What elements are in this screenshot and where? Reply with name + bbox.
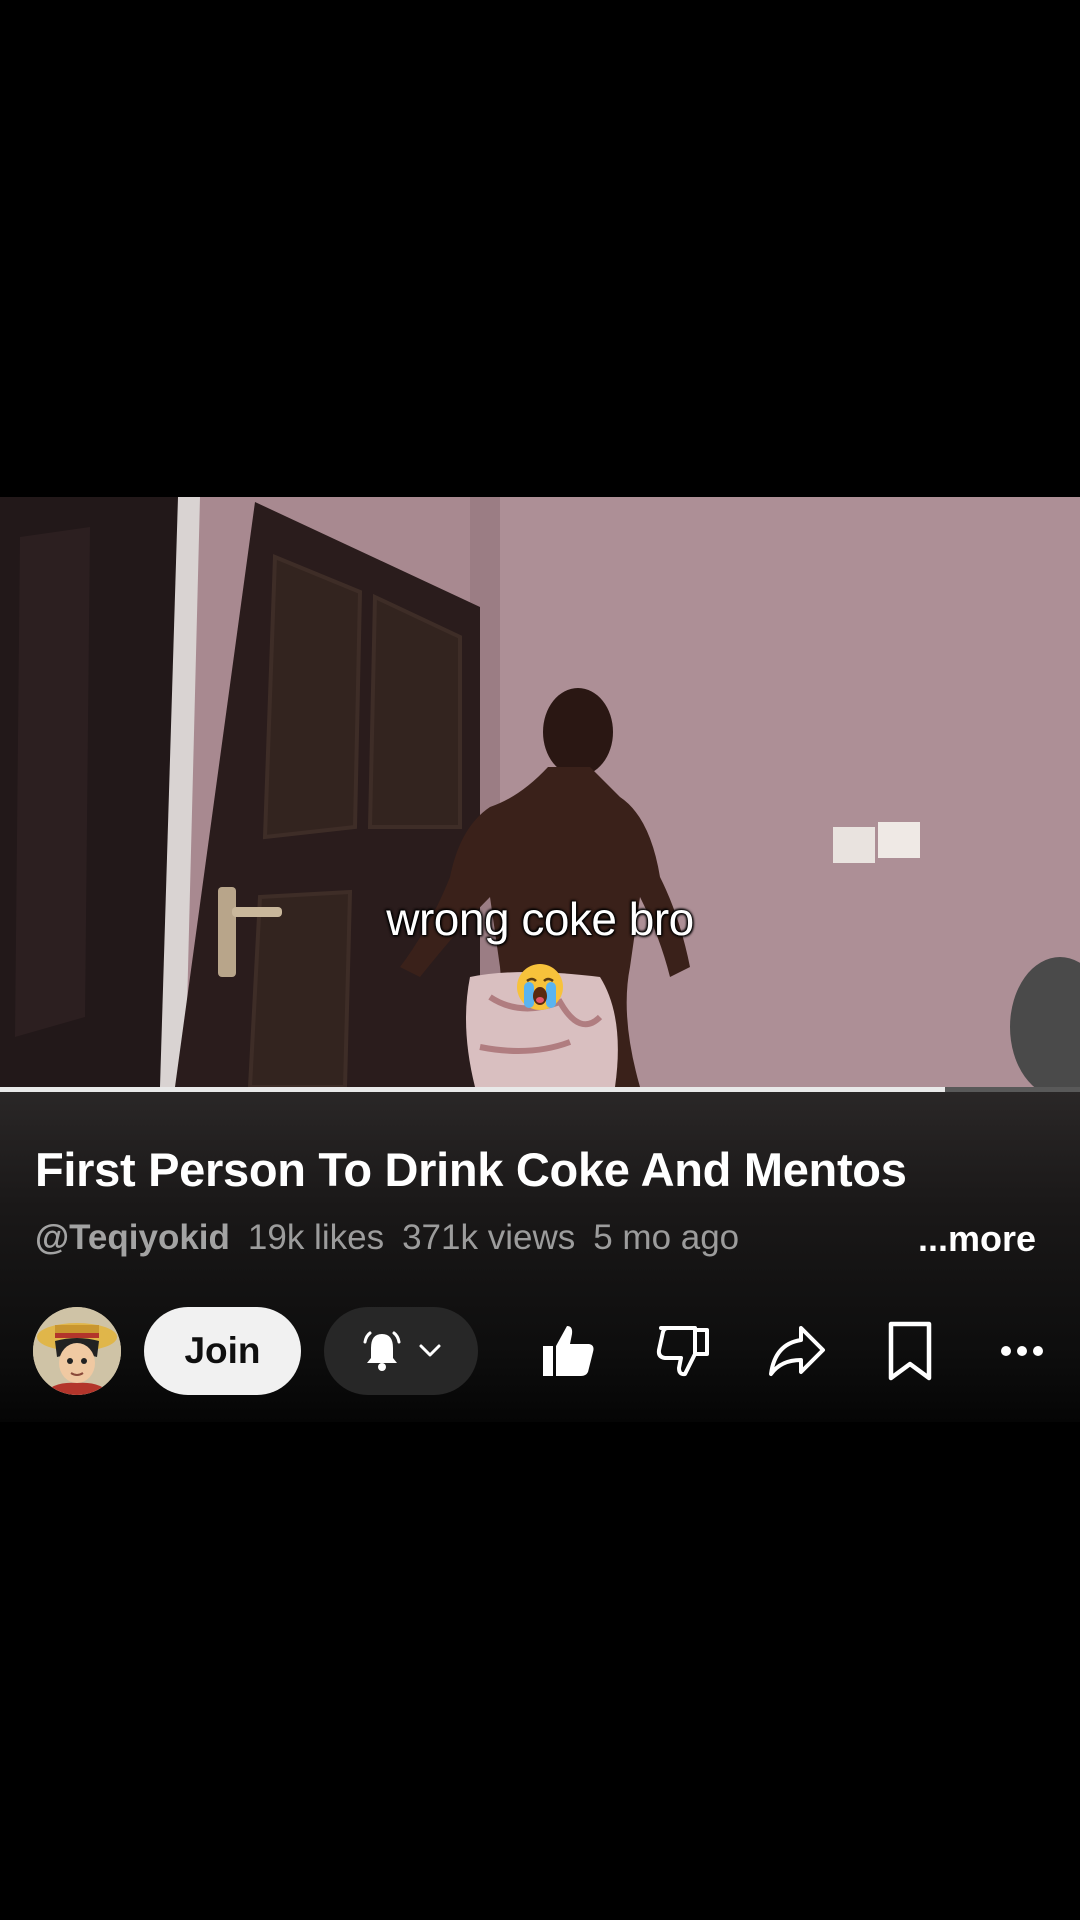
more-options-icon bbox=[1001, 1346, 1043, 1356]
channel-handle[interactable]: @Teqiyokid bbox=[35, 1218, 230, 1257]
shorts-screen: wrong coke bro First Person To Drink Cok… bbox=[0, 0, 1080, 1920]
channel-avatar[interactable] bbox=[33, 1307, 121, 1395]
more-options-button[interactable] bbox=[982, 1311, 1062, 1391]
chevron-down-icon bbox=[419, 1344, 441, 1357]
more-link[interactable]: ...more bbox=[918, 1218, 1036, 1260]
save-icon bbox=[888, 1321, 932, 1381]
video-caption: wrong coke bro bbox=[386, 893, 694, 945]
dislike-button[interactable] bbox=[644, 1311, 724, 1391]
notification-bell-button[interactable] bbox=[324, 1307, 478, 1395]
action-bar: Join bbox=[0, 1307, 1080, 1397]
video-title[interactable]: First Person To Drink Coke And Mentos bbox=[35, 1142, 907, 1197]
views-count: 371k views bbox=[402, 1218, 576, 1257]
share-button[interactable] bbox=[756, 1311, 836, 1391]
upload-age: 5 mo ago bbox=[593, 1218, 740, 1257]
save-button[interactable] bbox=[870, 1311, 950, 1391]
video-metadata: @Teqiyokid 19k likes 371k views 5 mo ago bbox=[35, 1218, 757, 1258]
share-icon bbox=[769, 1326, 825, 1376]
bell-icon bbox=[363, 1331, 401, 1371]
video-info-panel: First Person To Drink Coke And Mentos @T… bbox=[0, 1092, 1080, 1422]
avatar-image bbox=[33, 1307, 121, 1395]
like-button[interactable] bbox=[528, 1311, 608, 1391]
likes-count: 19k likes bbox=[247, 1218, 385, 1257]
video-player[interactable]: wrong coke bro bbox=[0, 497, 1080, 1087]
like-icon bbox=[543, 1326, 594, 1376]
dislike-icon bbox=[656, 1326, 709, 1377]
loudly-crying-face-icon bbox=[517, 964, 563, 1010]
join-button[interactable]: Join bbox=[144, 1307, 301, 1395]
